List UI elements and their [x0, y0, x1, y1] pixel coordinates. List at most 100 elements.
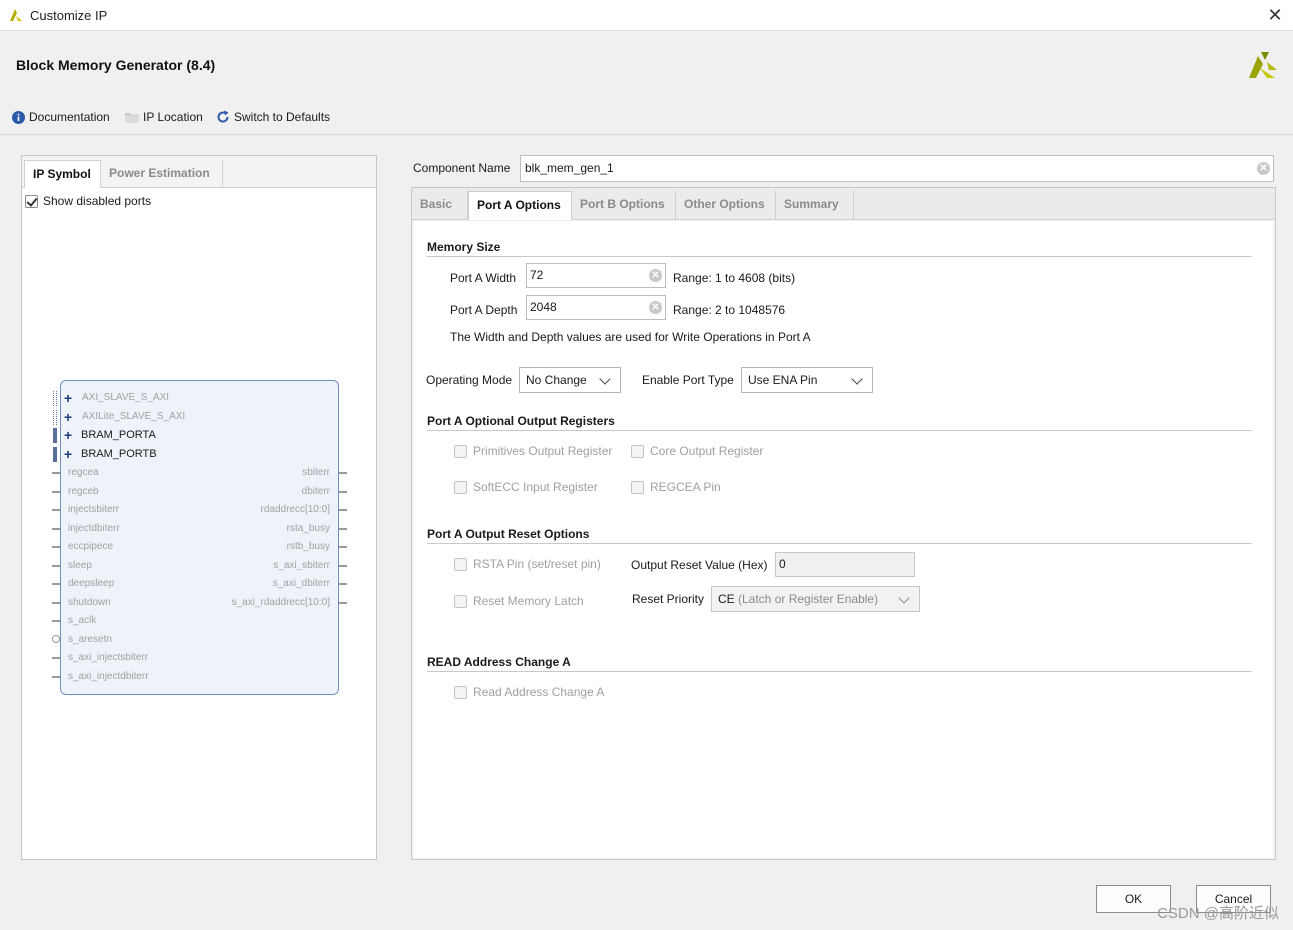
- pin-stub: [52, 620, 60, 622]
- clear-icon[interactable]: ✕: [649, 269, 662, 282]
- expand-icon[interactable]: +: [64, 428, 72, 442]
- port-a-width-range: Range: 1 to 4608 (bits): [673, 271, 796, 285]
- rsta-pin-label: RSTA Pin (set/reset pin): [473, 557, 601, 571]
- port-deepsleep: deepsleep: [68, 578, 115, 589]
- rsta-pin-checkbox[interactable]: [454, 557, 467, 571]
- reset-memory-latch-checkbox[interactable]: [454, 594, 467, 608]
- softecc-input-register-option[interactable]: SoftECC Input Register: [454, 480, 598, 494]
- width-depth-note: The Width and Depth values are used for …: [450, 330, 811, 344]
- show-disabled-ports-option[interactable]: Show disabled ports: [25, 194, 151, 208]
- core-output-register-label: Core Output Register: [650, 444, 764, 458]
- refresh-icon: [216, 110, 230, 124]
- divider: [427, 430, 1252, 431]
- regcea-pin-option[interactable]: REGCEA Pin: [631, 480, 721, 494]
- pin-stub: [52, 657, 60, 659]
- port-injectsbiterr: injectsbiterr: [68, 504, 120, 515]
- port-sleep: sleep: [68, 560, 92, 571]
- clear-icon[interactable]: ✕: [649, 301, 662, 314]
- port-s-axi-dbiterr: s_axi_dbiterr: [272, 578, 330, 589]
- port-rstb-busy: rstb_busy: [286, 541, 330, 552]
- output-reset-value-label: Output Reset Value (Hex): [631, 558, 768, 572]
- reset-priority-label: Reset Priority: [632, 592, 705, 606]
- read-address-change-option[interactable]: Read Address Change A: [454, 685, 604, 699]
- port-dbiterr: dbiterr: [301, 486, 330, 497]
- expand-icon[interactable]: +: [64, 391, 72, 405]
- port-s-axi-injectsbiterr: s_axi_injectsbiterr: [68, 652, 149, 663]
- divider: [427, 256, 1252, 257]
- port-a-width-input[interactable]: 72 ✕: [526, 263, 666, 288]
- read-address-change-checkbox[interactable]: [454, 685, 467, 699]
- rsta-pin-option[interactable]: RSTA Pin (set/reset pin): [454, 557, 601, 571]
- divider: [427, 671, 1252, 672]
- port-eccpipece: eccpipece: [68, 541, 114, 552]
- pin-stub: [52, 676, 60, 678]
- port-a-width-value: 72: [530, 268, 544, 282]
- expand-icon[interactable]: +: [64, 410, 72, 424]
- bus-connector: [53, 391, 57, 406]
- primitives-output-register-checkbox[interactable]: [454, 444, 467, 458]
- enable-port-type-value: Use ENA Pin: [748, 373, 818, 387]
- tab-power-estimation[interactable]: Power Estimation: [101, 160, 223, 188]
- reset-memory-latch-option[interactable]: Reset Memory Latch: [454, 594, 584, 608]
- pin-stub: [52, 509, 60, 511]
- operating-mode-label: Operating Mode: [426, 373, 513, 387]
- tab-ip-symbol[interactable]: IP Symbol: [24, 160, 101, 188]
- port-regceb: regceb: [68, 486, 99, 497]
- port-rsta-busy: rsta_busy: [286, 523, 330, 534]
- tab-other-options[interactable]: Other Options: [676, 191, 776, 220]
- clear-icon[interactable]: ✕: [1257, 162, 1270, 175]
- folder-icon: [125, 110, 139, 124]
- port-s-axi-rdaddrecc: s_axi_rdaddrecc[10:0]: [231, 597, 330, 608]
- output-registers-heading: Port A Optional Output Registers: [427, 414, 615, 428]
- operating-mode-value: No Change: [526, 373, 587, 387]
- enable-port-type-select[interactable]: Use ENA Pin: [741, 367, 873, 393]
- regcea-pin-checkbox[interactable]: [631, 480, 644, 494]
- tab-port-b-options[interactable]: Port B Options: [572, 191, 676, 220]
- port-a-width-label: Port A Width: [450, 271, 517, 285]
- operating-mode-select[interactable]: No Change: [519, 367, 621, 393]
- reset-priority-select[interactable]: CE (Latch or Register Enable): [711, 586, 920, 612]
- output-reset-value: 0: [779, 557, 786, 571]
- switch-defaults-link[interactable]: Switch to Defaults: [216, 109, 330, 125]
- chevron-down-icon: [851, 373, 863, 385]
- port-injectdbiterr: injectdbiterr: [68, 523, 120, 534]
- pin-stub: [339, 509, 347, 511]
- bus-port-axilite-slave: AXILite_SLAVE_S_AXI: [82, 411, 186, 422]
- port-shutdown: shutdown: [68, 597, 111, 608]
- title-bar: Customize IP ✕: [0, 0, 1293, 31]
- port-a-depth-label: Port A Depth: [450, 303, 518, 317]
- ip-symbol-panel: IP Symbol Power Estimation Show disabled…: [21, 155, 377, 860]
- reset-memory-latch-label: Reset Memory Latch: [473, 594, 584, 608]
- port-s-aresetn: s_aresetn: [68, 634, 112, 645]
- bus-port-bram-porta: BRAM_PORTA: [81, 429, 156, 441]
- component-name-value: blk_mem_gen_1: [525, 161, 614, 175]
- chevron-down-icon: [599, 373, 611, 385]
- softecc-input-register-checkbox[interactable]: [454, 480, 467, 494]
- port-a-depth-input[interactable]: 2048 ✕: [526, 295, 666, 320]
- ip-location-label: IP Location: [143, 110, 203, 124]
- port-sbiterr: sbiterr: [302, 467, 330, 478]
- tab-summary[interactable]: Summary: [776, 191, 854, 220]
- core-output-register-option[interactable]: Core Output Register: [631, 444, 763, 458]
- divider: [427, 543, 1252, 544]
- pin-stub: [339, 602, 347, 604]
- documentation-link[interactable]: Documentation: [11, 109, 110, 125]
- bus-connector: [53, 410, 57, 425]
- core-output-register-checkbox[interactable]: [631, 444, 644, 458]
- output-reset-value-input[interactable]: 0: [775, 552, 915, 577]
- port-a-options-content: Memory Size Port A Width 72 ✕ Range: 1 t…: [414, 221, 1273, 858]
- tab-port-a-options[interactable]: Port A Options: [468, 191, 572, 220]
- close-icon[interactable]: ✕: [1265, 5, 1285, 25]
- port-a-depth-value: 2048: [530, 300, 557, 314]
- ip-location-link[interactable]: IP Location: [125, 109, 203, 125]
- app-logo-icon: [10, 9, 22, 21]
- port-a-depth-range: Range: 2 to 1048576: [673, 303, 786, 317]
- ip-title: Block Memory Generator (8.4): [16, 57, 216, 73]
- pin-stub: [339, 546, 347, 548]
- tab-basic[interactable]: Basic: [412, 191, 468, 220]
- show-disabled-ports-checkbox[interactable]: [25, 194, 38, 208]
- expand-icon[interactable]: +: [64, 447, 72, 461]
- component-name-input[interactable]: blk_mem_gen_1 ✕: [520, 155, 1274, 182]
- primitives-output-register-option[interactable]: Primitives Output Register: [454, 444, 612, 458]
- pin-stub: [339, 528, 347, 530]
